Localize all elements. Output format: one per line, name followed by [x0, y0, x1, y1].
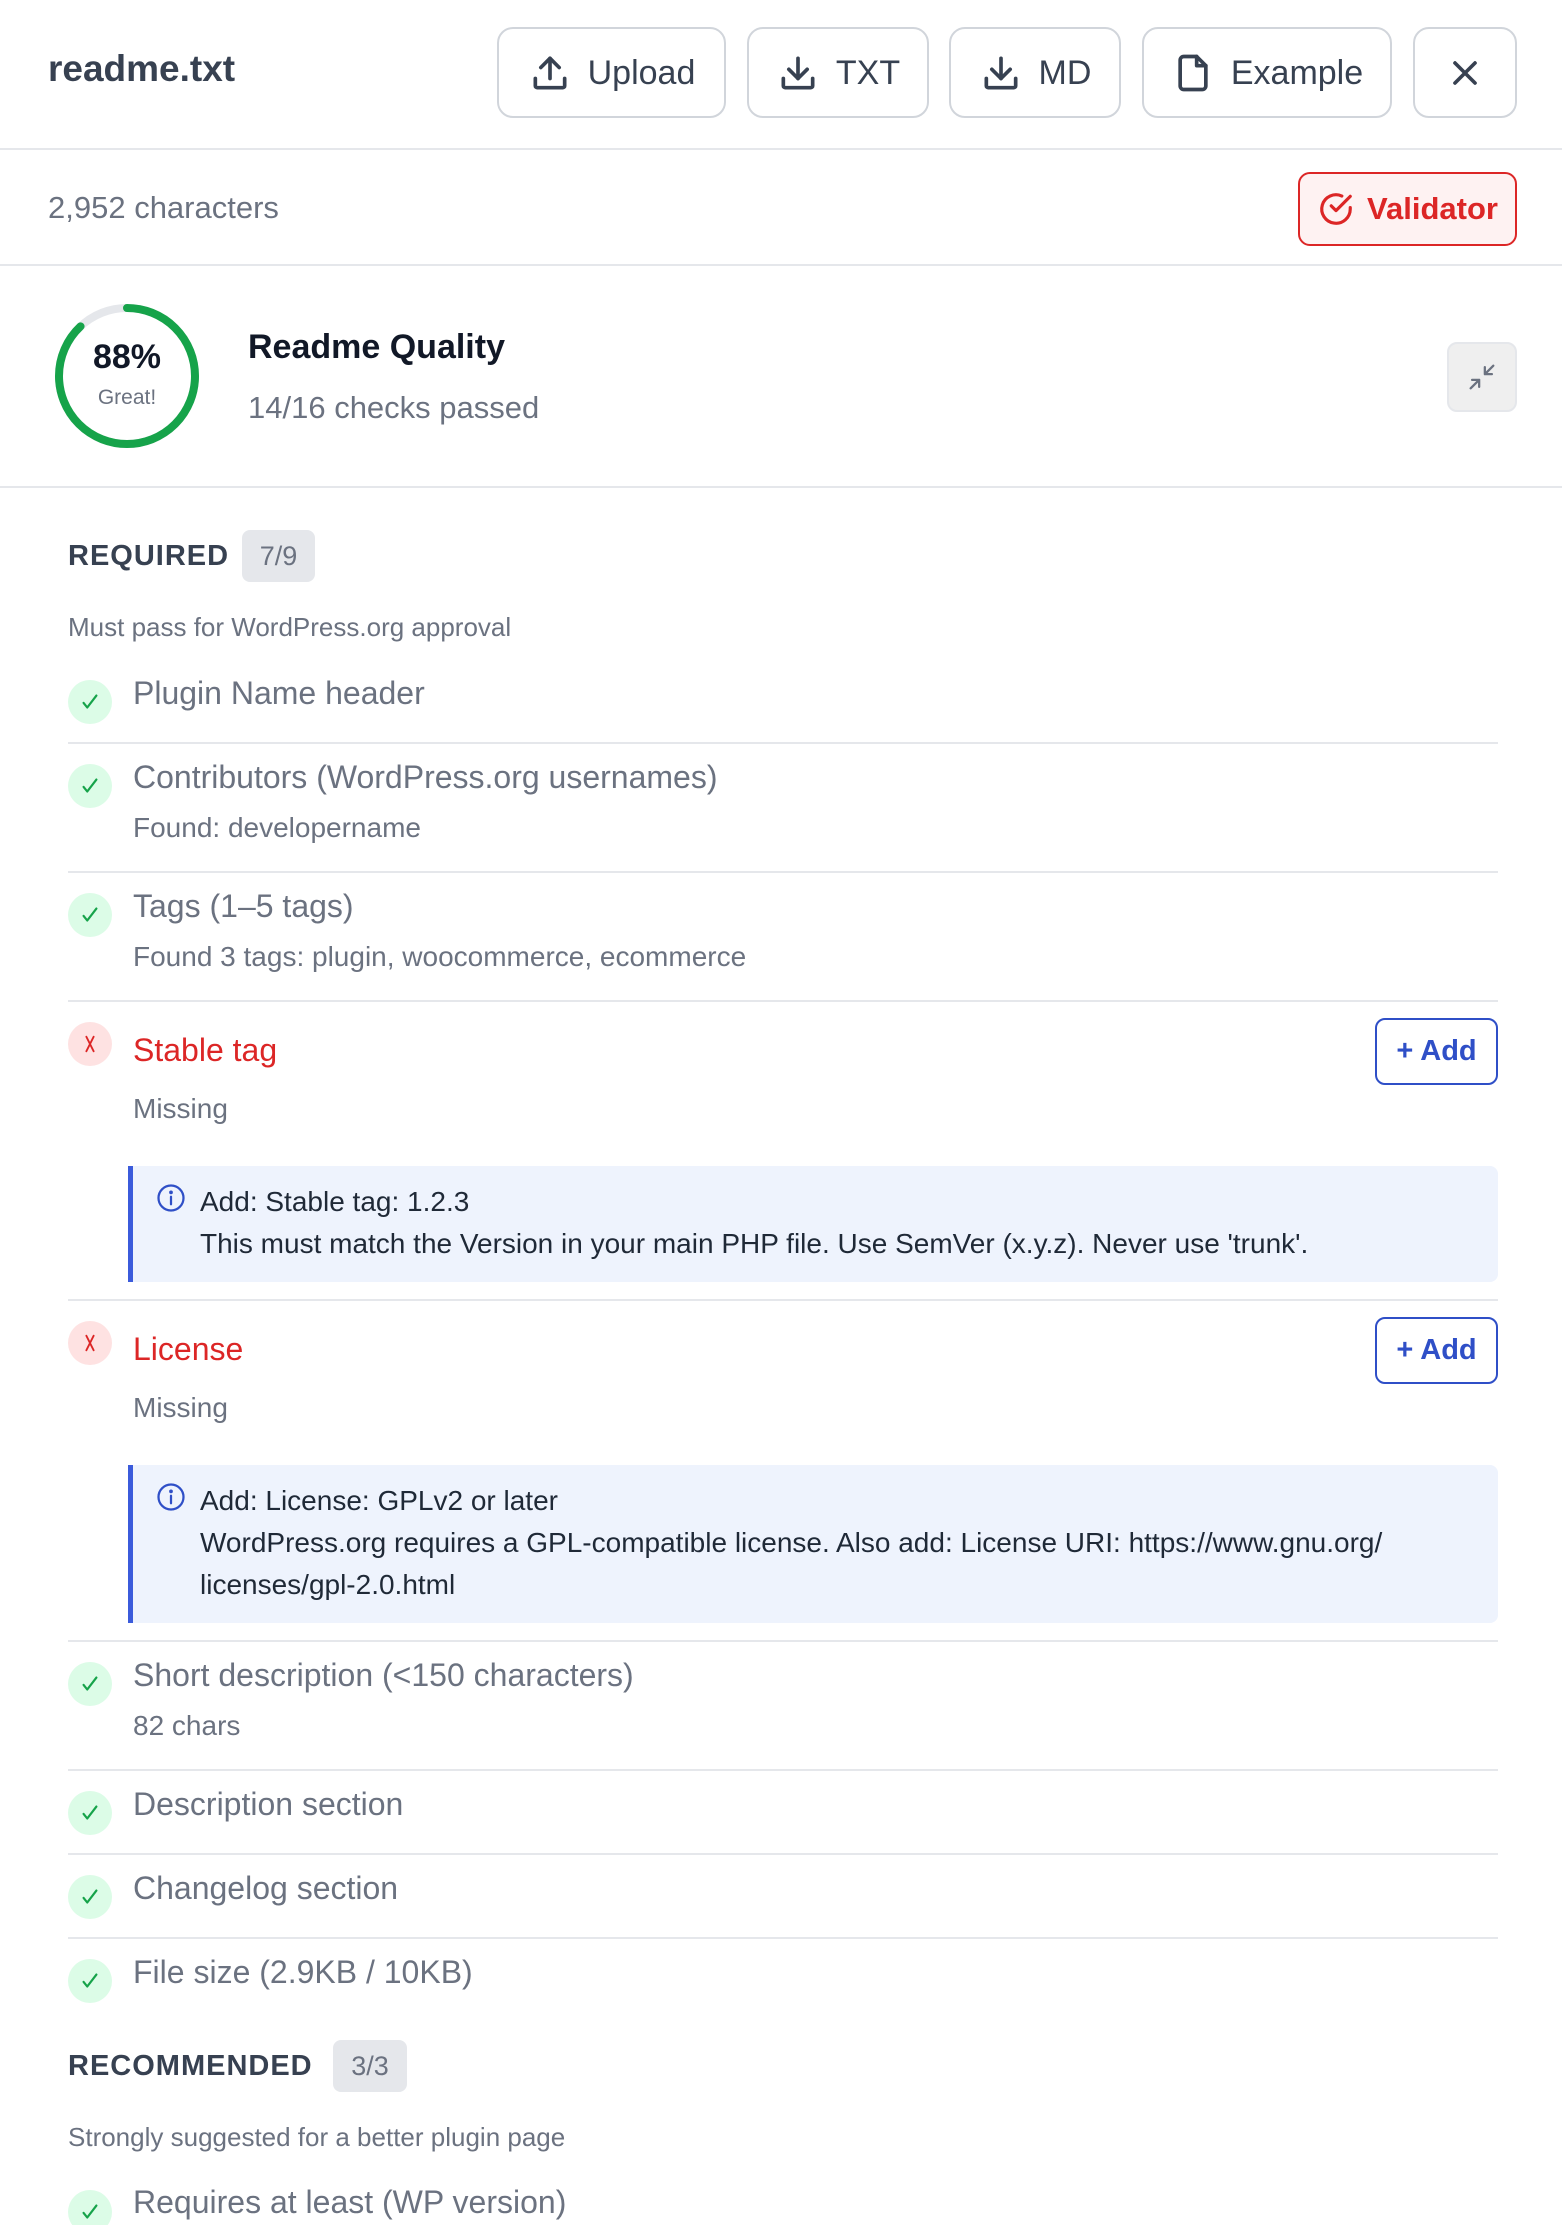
download-txt-label: TXT — [835, 53, 901, 92]
hint-text: This must match the Version in your main… — [200, 1228, 1309, 1259]
hint-text: Add: Stable tag: 1.2.3 — [200, 1186, 470, 1217]
recommended-description: Strongly suggested for a better plugin p… — [68, 2122, 566, 2152]
check-circle-icon — [1320, 193, 1352, 225]
check-item-failed: License Missing + Add Add: License: GPLv… — [68, 1301, 1498, 1642]
recommended-heading: RECOMMENDED — [68, 2050, 313, 2082]
fix-hint: Add: Stable tag: 1.2.3 This must match t… — [128, 1166, 1498, 1282]
pass-icon — [68, 1959, 112, 2003]
quality-rating: Great! — [97, 386, 157, 409]
minimize-icon — [1469, 364, 1495, 390]
check-detail: Missing — [133, 1392, 228, 1423]
download-txt-button[interactable]: TXT — [747, 27, 929, 118]
example-button-label: Example — [1230, 53, 1364, 92]
pass-icon — [68, 764, 112, 808]
check-detail: Found: developername — [133, 812, 421, 843]
check-title: License — [133, 1331, 244, 1367]
quality-title: Readme Quality — [248, 328, 505, 366]
download-md-label: MD — [1038, 53, 1092, 92]
pass-icon — [68, 1791, 112, 1835]
hint-text: Add: License: GPLv2 or later — [200, 1485, 558, 1516]
header-bar: readme.txt Upload TXT MD Example — [0, 0, 1562, 150]
fail-icon — [68, 1321, 112, 1365]
check-detail: 82 chars — [133, 1710, 241, 1741]
file-name: readme.txt — [48, 48, 236, 89]
check-item: Description section — [68, 1771, 1498, 1855]
required-count-badge: 7/9 — [242, 530, 315, 582]
check-title: Requires at least (WP version) — [133, 2184, 567, 2220]
check-item: File size (2.9KB / 10KB) — [68, 1939, 1498, 2023]
required-heading: REQUIRED — [68, 540, 230, 572]
quality-summary: 88% Great! Readme Quality 14/16 checks p… — [0, 266, 1562, 488]
check-detail: Found 3 tags: plugin, woocommerce, ecomm… — [133, 941, 747, 972]
fail-icon — [68, 1022, 112, 1066]
pass-icon — [68, 1875, 112, 1919]
check-item: Tags (1–5 tags) Found 3 tags: plugin, wo… — [68, 873, 1498, 1002]
close-icon — [1453, 60, 1477, 85]
check-title: Tags (1–5 tags) — [133, 888, 354, 924]
add-stable-tag-button[interactable]: + Add — [1375, 1018, 1498, 1085]
close-button[interactable] — [1413, 27, 1517, 118]
check-title: Stable tag — [133, 1032, 278, 1068]
check-item: Short description (<150 characters) 82 c… — [68, 1642, 1498, 1771]
validator-button-label: Validator — [1367, 191, 1498, 226]
check-item: Changelog section — [68, 1855, 1498, 1939]
check-item-failed: Stable tag Missing + Add Add: Stable tag… — [68, 1002, 1498, 1301]
add-license-button[interactable]: + Add — [1375, 1317, 1498, 1384]
check-title: File size (2.9KB / 10KB) — [133, 1954, 473, 1990]
hint-text: licenses/gpl-2.0.html — [200, 1569, 456, 1600]
download-icon — [984, 56, 1018, 89]
recommended-count-badge: 3/3 — [333, 2040, 407, 2092]
download-icon — [781, 56, 815, 89]
check-detail: Missing — [133, 1093, 228, 1124]
check-title: Plugin Name header — [133, 675, 425, 711]
pass-icon — [68, 893, 112, 937]
info-icon — [157, 1483, 185, 1511]
validator-button[interactable]: Validator — [1298, 172, 1517, 246]
file-icon — [1178, 54, 1208, 91]
quality-score: 88% — [92, 338, 162, 376]
pass-icon — [68, 1662, 112, 1706]
upload-button-label: Upload — [587, 53, 696, 92]
quality-checks-passed: 14/16 checks passed — [248, 390, 540, 425]
upload-button[interactable]: Upload — [497, 27, 726, 118]
check-title: Description section — [133, 1786, 404, 1822]
upload-icon — [533, 56, 567, 89]
collapse-button[interactable] — [1447, 342, 1517, 412]
pass-icon — [68, 680, 112, 724]
check-title: Contributors (WordPress.org usernames) — [133, 759, 718, 795]
required-description: Must pass for WordPress.org approval — [68, 612, 512, 642]
character-count: 2,952 characters — [48, 190, 279, 225]
check-item: Requires at least (WP version) — [68, 2168, 1498, 2225]
status-bar: 2,952 characters Validator — [0, 150, 1562, 266]
info-icon — [157, 1184, 185, 1212]
download-md-button[interactable]: MD — [949, 27, 1121, 118]
hint-text: WordPress.org requires a GPL-compatible … — [200, 1527, 1383, 1558]
check-title: Changelog section — [133, 1870, 399, 1906]
pass-icon — [68, 2190, 112, 2225]
fix-hint: Add: License: GPLv2 or later WordPress.o… — [128, 1465, 1498, 1623]
example-button[interactable]: Example — [1142, 27, 1392, 118]
check-item: Plugin Name header — [68, 660, 1498, 744]
check-item: Contributors (WordPress.org usernames) F… — [68, 744, 1498, 873]
quality-gauge: 88% Great! — [53, 302, 201, 450]
check-title: Short description (<150 characters) — [133, 1657, 634, 1693]
